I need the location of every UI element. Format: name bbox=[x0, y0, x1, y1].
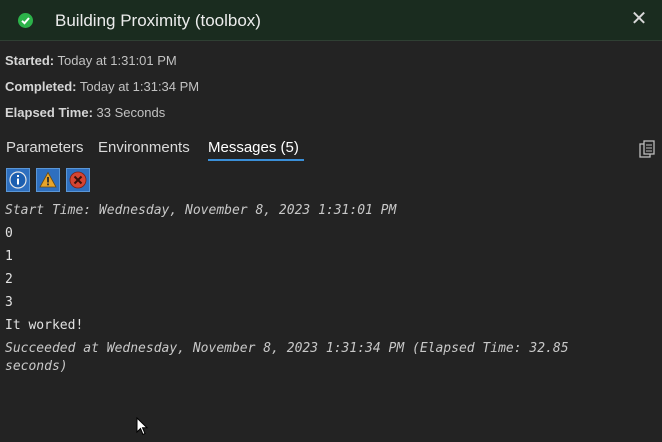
message-line: It worked! bbox=[5, 318, 84, 333]
completed-row: Completed: Today at 1:31:34 PM bbox=[5, 79, 199, 94]
message-succeeded-cont: seconds) bbox=[5, 359, 68, 374]
tab-parameters[interactable]: Parameters bbox=[6, 139, 84, 156]
copy-icon[interactable] bbox=[638, 139, 658, 159]
close-icon[interactable]: ✕ bbox=[628, 8, 650, 30]
message-line: 0 bbox=[5, 226, 13, 241]
warning-filter-icon bbox=[39, 171, 57, 188]
mouse-cursor-icon bbox=[136, 416, 150, 442]
tab-environments[interactable]: Environments bbox=[98, 139, 190, 156]
title-bar: Building Proximity (toolbox) ✕ bbox=[0, 0, 662, 41]
tool-title: Building Proximity (toolbox) bbox=[55, 11, 261, 30]
message-line: 2 bbox=[5, 272, 13, 287]
elapsed-value: 33 Seconds bbox=[96, 105, 166, 120]
completed-label: Completed: bbox=[5, 79, 77, 94]
error-filter-icon bbox=[69, 171, 87, 189]
started-label: Started: bbox=[5, 53, 55, 68]
error-filter-button[interactable] bbox=[66, 168, 90, 192]
info-filter-icon bbox=[9, 171, 27, 189]
info-filter-button[interactable] bbox=[6, 168, 30, 192]
message-succeeded: Succeeded at Wednesday, November 8, 2023… bbox=[5, 341, 569, 356]
started-value: Today at 1:31:01 PM bbox=[57, 53, 177, 68]
elapsed-row: Elapsed Time: 33 Seconds bbox=[5, 105, 165, 120]
message-line: 1 bbox=[5, 249, 13, 264]
message-start-time: Start Time: Wednesday, November 8, 2023 … bbox=[5, 203, 397, 218]
message-line: 3 bbox=[5, 295, 13, 310]
tab-messages[interactable]: Messages (5) bbox=[208, 139, 299, 156]
elapsed-label: Elapsed Time: bbox=[5, 105, 93, 120]
completed-value: Today at 1:31:34 PM bbox=[79, 79, 200, 94]
started-row: Started: Today at 1:31:01 PM bbox=[5, 53, 177, 68]
active-tab-indicator bbox=[208, 159, 304, 161]
success-check-icon bbox=[18, 13, 33, 28]
warning-filter-button[interactable] bbox=[36, 168, 60, 192]
